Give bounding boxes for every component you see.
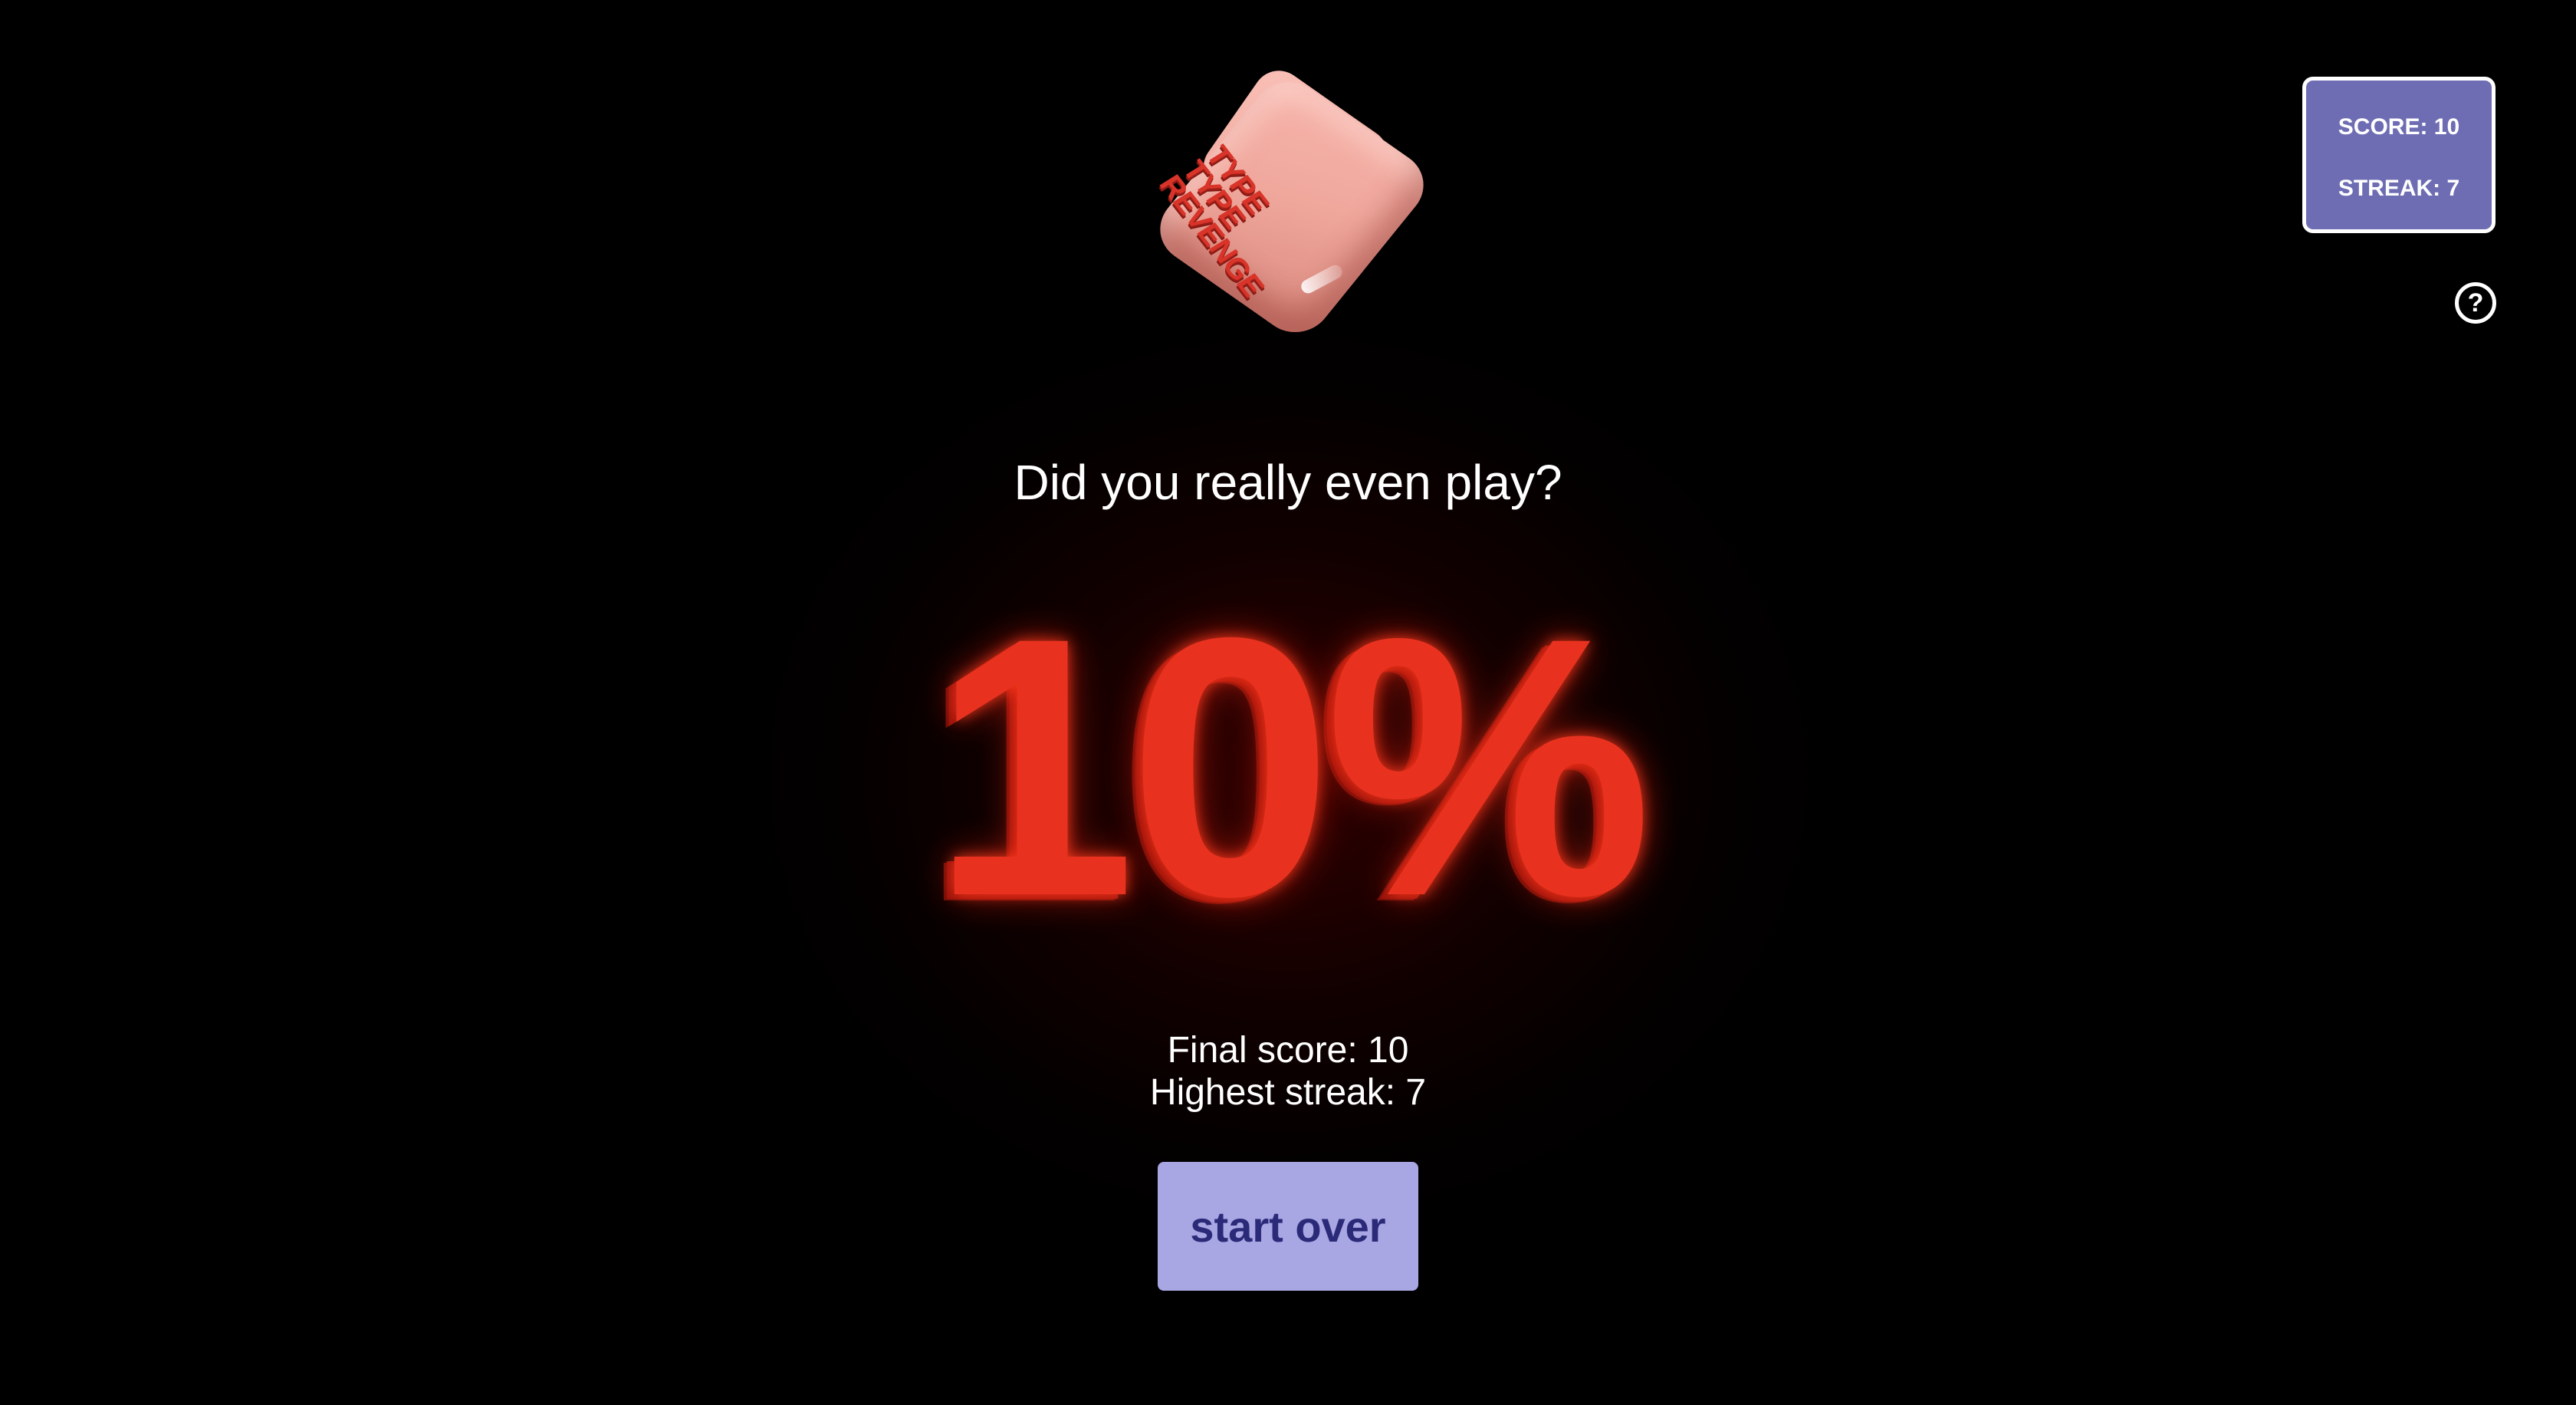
help-icon[interactable]: ?	[2455, 282, 2496, 324]
streak-display: STREAK: 7	[2338, 176, 2460, 201]
score-display: SCORE: 10	[2338, 114, 2460, 140]
start-over-button[interactable]: start over	[1158, 1162, 1418, 1291]
logo: TYPE TYPE REVENGE	[1145, 60, 1438, 368]
final-score: Final score: 10	[1167, 1030, 1409, 1071]
result-stats: Final score: 10 Highest streak: 7	[0, 1029, 2576, 1114]
highest-streak: Highest streak: 7	[1149, 1072, 1427, 1113]
result-headline: Did you really even play?	[1014, 455, 1562, 510]
result-percentage: 10%	[931, 561, 1653, 972]
score-panel: SCORE: 10 STREAK: 7	[2302, 77, 2496, 233]
